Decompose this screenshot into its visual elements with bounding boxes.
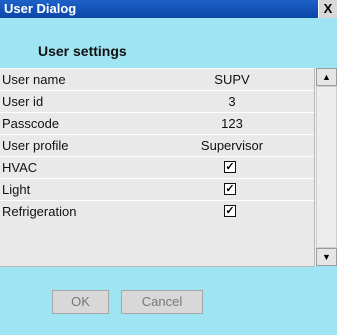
window-title: User Dialog [4, 1, 77, 16]
title-bar: User Dialog X [0, 0, 337, 18]
light-checkbox[interactable]: ✓ [224, 183, 236, 195]
field-label-passcode: Passcode [2, 116, 60, 131]
field-label-light: Light [2, 182, 31, 197]
table-row-hvac: HVAC ✓ [0, 156, 314, 178]
hvac-checkbox[interactable]: ✓ [224, 161, 236, 173]
field-label-refrigeration: Refrigeration [2, 204, 77, 219]
field-value-passcode[interactable]: 123 [153, 116, 311, 131]
refrigeration-checkbox[interactable]: ✓ [224, 205, 236, 217]
table-row-light: Light ✓ [0, 178, 314, 200]
table-row-passcode: Passcode 123 [0, 112, 314, 134]
field-value-user-name[interactable]: SUPV [153, 72, 311, 87]
field-value-user-profile[interactable]: Supervisor [153, 138, 311, 153]
table-row-user-name: User name SUPV [0, 68, 314, 90]
close-button[interactable]: X [318, 0, 337, 18]
table-row-user-profile: User profile Supervisor [0, 134, 314, 156]
scroll-down-button[interactable]: ▼ [316, 248, 337, 266]
field-label-hvac: HVAC [2, 160, 38, 175]
scroll-thumb[interactable] [316, 86, 337, 248]
field-value-user-id[interactable]: 3 [153, 94, 311, 109]
field-label-user-profile: User profile [2, 138, 69, 153]
table-divider [0, 266, 314, 267]
cancel-button[interactable]: Cancel [121, 290, 203, 314]
field-label-user-name: User name [2, 72, 66, 87]
vertical-scrollbar[interactable]: ▲ ▼ [314, 68, 337, 266]
ok-button[interactable]: OK [52, 290, 109, 314]
settings-table: User name SUPV User id 3 Passcode 123 Us… [0, 68, 314, 266]
user-dialog-window: User Dialog X User settings User name SU… [0, 0, 337, 335]
table-row-refrigeration: Refrigeration ✓ [0, 200, 314, 222]
scroll-up-button[interactable]: ▲ [316, 68, 337, 86]
table-row-user-id: User id 3 [0, 90, 314, 112]
section-title: User settings [38, 43, 127, 59]
section-title-panel: User settings [0, 20, 167, 66]
field-label-user-id: User id [2, 94, 44, 109]
